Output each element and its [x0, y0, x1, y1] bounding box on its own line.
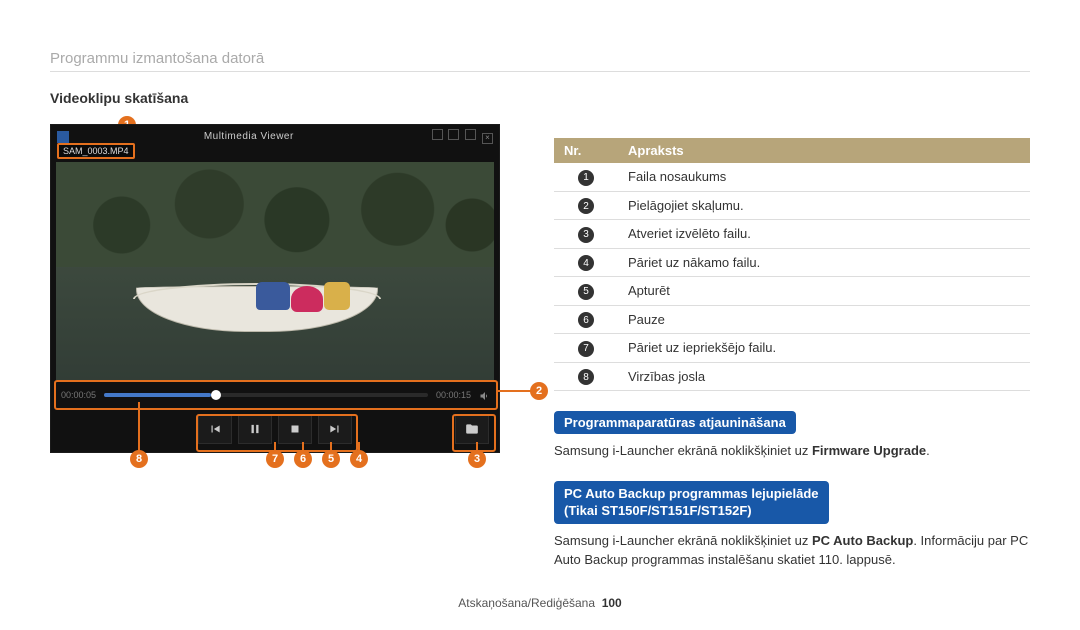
table-row: 5 Apturēt [554, 277, 1030, 306]
subhead-firmware: Programmaparatūras atjaunināšana [554, 411, 796, 434]
window-icon [57, 131, 69, 143]
callout-2: 2 [530, 382, 548, 400]
seek-handle[interactable] [211, 390, 221, 400]
row-desc: Pāriet uz iepriekšējo failu. [618, 334, 1030, 363]
table-row: 7 Pāriet uz iepriekšējo failu. [554, 334, 1030, 363]
callout-5: 5 [322, 450, 340, 468]
restore-icon[interactable] [465, 129, 476, 140]
subhead-pcautobackup: PC Auto Backup programmas lejupielāde (T… [554, 481, 829, 524]
prev-icon [208, 422, 222, 436]
callout-6: 6 [294, 450, 312, 468]
controls-row [51, 414, 499, 444]
row-num: 4 [578, 255, 594, 271]
row-desc: Apturēt [618, 277, 1030, 306]
breadcrumb-underline [50, 71, 1030, 72]
close-icon[interactable]: × [482, 133, 493, 144]
table-row: 6 Pauze [554, 305, 1030, 334]
row-num: 7 [578, 341, 594, 357]
row-num: 3 [578, 227, 594, 243]
breadcrumb-text: Programmu izmantošana datorā [50, 50, 264, 67]
scene-bag-red [291, 286, 323, 312]
time-total: 00:00:15 [436, 390, 471, 400]
stop-icon [288, 422, 302, 436]
window-controls: × [429, 129, 493, 144]
row-desc: Pāriet uz nākamo failu. [618, 248, 1030, 277]
row-desc: Pielāgojiet skaļumu. [618, 191, 1030, 220]
stop-button[interactable] [278, 414, 312, 444]
table-row: 4 Pāriet uz nākamo failu. [554, 248, 1030, 277]
table-row: 2 Pielāgojiet skaļumu. [554, 191, 1030, 220]
multimedia-viewer-window: Multimedia Viewer × SAM_0003.MP4 [50, 124, 500, 453]
firmware-text: Samsung i-Launcher ekrānā noklikšķiniet … [554, 442, 1030, 461]
table-row: 1 Faila nosaukums [554, 163, 1030, 191]
video-area[interactable] [56, 162, 494, 380]
left-column: Videoklipu skatīšana 1 Multimedia Viewer… [50, 90, 512, 570]
next-icon [328, 422, 342, 436]
seek-fill [104, 393, 211, 397]
progress-row: 00:00:05 00:00:15 [51, 380, 499, 404]
right-column: Nr. Apraksts 1 Faila nosaukums 2 Pielāgoji… [554, 90, 1030, 570]
app-title: Multimedia Viewer [69, 131, 429, 142]
folder-icon [465, 422, 479, 436]
callout-8: 8 [130, 450, 148, 468]
breadcrumb: Programmu izmantošana datorā [50, 50, 1030, 72]
row-desc: Pauze [618, 305, 1030, 334]
row-num: 6 [578, 312, 594, 328]
row-num: 5 [578, 284, 594, 300]
seek-bar[interactable] [104, 393, 428, 397]
row-num: 8 [578, 369, 594, 385]
row-num: 1 [578, 170, 594, 186]
table-row: 8 Virzības josla [554, 362, 1030, 391]
th-nr: Nr. [554, 138, 618, 163]
callout-2-line [496, 390, 532, 392]
th-desc: Apraksts [618, 138, 1030, 163]
viewer-callout-wrap: 1 Multimedia Viewer × SAM_0003.MP4 [50, 124, 512, 453]
open-folder-button[interactable] [455, 414, 489, 444]
page: Programmu izmantošana datorā Videoklipu … [0, 0, 1080, 590]
pause-button[interactable] [238, 414, 272, 444]
scene-bag-blue [256, 282, 290, 310]
row-desc: Virzības josla [618, 362, 1030, 391]
callout-3: 3 [468, 450, 486, 468]
scene-bag-yellow [324, 282, 350, 310]
volume-icon[interactable] [479, 390, 489, 400]
row-num: 2 [578, 198, 594, 214]
desc-tbody: 1 Faila nosaukums 2 Pielāgojiet skaļumu. 3… [554, 163, 1030, 391]
footer-page: 100 [602, 596, 622, 610]
pause-icon [248, 422, 262, 436]
table-row: 3 Atveriet izvēlēto failu. [554, 220, 1030, 249]
columns: Videoklipu skatīšana 1 Multimedia Viewer… [50, 90, 1030, 570]
minimize-icon[interactable] [432, 129, 443, 140]
callout-7: 7 [266, 450, 284, 468]
row-desc: Atveriet izvēlēto failu. [618, 220, 1030, 249]
page-footer: Atskaņošana/Rediģēšana 100 [0, 596, 1080, 610]
prev-button[interactable] [198, 414, 232, 444]
description-table: Nr. Apraksts 1 Faila nosaukums 2 Pielāgoji… [554, 138, 1030, 391]
callout-4: 4 [350, 450, 368, 468]
pcautobackup-text: Samsung i-Launcher ekrānā noklikšķiniet … [554, 532, 1030, 570]
scene-trees [56, 162, 494, 267]
next-button[interactable] [318, 414, 352, 444]
row-desc: Faila nosaukums [618, 163, 1030, 191]
time-current: 00:00:05 [61, 390, 96, 400]
section-title: Videoklipu skatīšana [50, 90, 512, 106]
video-filename-label: SAM_0003.MP4 [57, 143, 135, 159]
footer-section: Atskaņošana/Rediģēšana [458, 596, 595, 610]
maximize-icon[interactable] [448, 129, 459, 140]
